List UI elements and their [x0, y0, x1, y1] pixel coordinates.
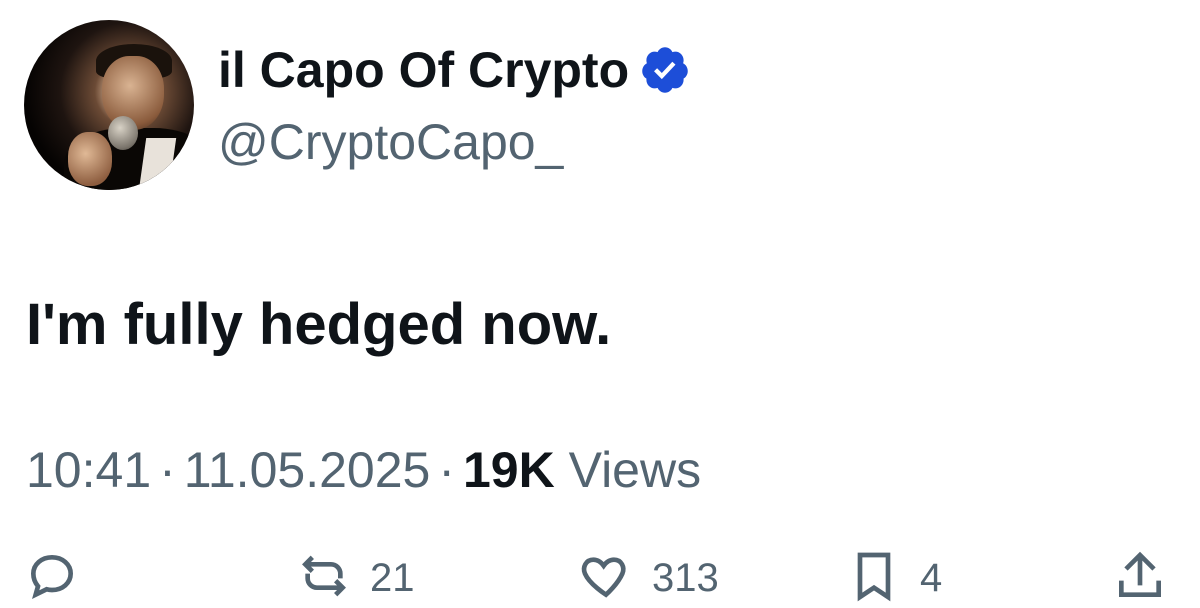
share-icon: [1119, 551, 1161, 597]
like-count: 313: [652, 556, 719, 600]
avatar-hand-shape: [68, 132, 112, 186]
bookmark-icon: [857, 552, 891, 602]
reply-button[interactable]: [24, 548, 80, 604]
action-bar: 21 313 4: [0, 548, 1200, 608]
author-display-name[interactable]: il Capo Of Crypto: [218, 40, 629, 100]
bookmark-button[interactable]: 4: [846, 548, 942, 604]
avatar-face-shape: [102, 56, 164, 130]
views-count: 19K: [462, 442, 555, 498]
reply-icon: [30, 554, 74, 600]
avatar-coin-shape: [108, 116, 138, 150]
like-button[interactable]: 313: [578, 548, 719, 604]
views-label: Views: [568, 442, 702, 498]
verified-badge-icon: [642, 47, 688, 93]
avatar[interactable]: [24, 20, 194, 190]
retweet-button[interactable]: 21: [296, 548, 415, 604]
tweet-time[interactable]: 10:41: [26, 442, 151, 498]
heart-icon: [581, 557, 626, 598]
author-handle[interactable]: @CryptoCapo_: [218, 112, 563, 172]
meta-separator: ·: [438, 442, 455, 498]
tweet-meta: 10:41 · 11.05.2025 · 19K Views: [26, 438, 701, 502]
tweet-text: I'm fully hedged now.: [26, 292, 612, 357]
bookmark-count: 4: [920, 556, 943, 600]
share-button[interactable]: [1112, 548, 1168, 604]
author-name-row: il Capo Of Crypto: [218, 40, 691, 100]
retweet-count: 21: [370, 556, 415, 600]
meta-separator: ·: [159, 442, 176, 498]
retweet-icon: [302, 555, 346, 597]
tweet-date[interactable]: 11.05.2025: [184, 442, 431, 498]
